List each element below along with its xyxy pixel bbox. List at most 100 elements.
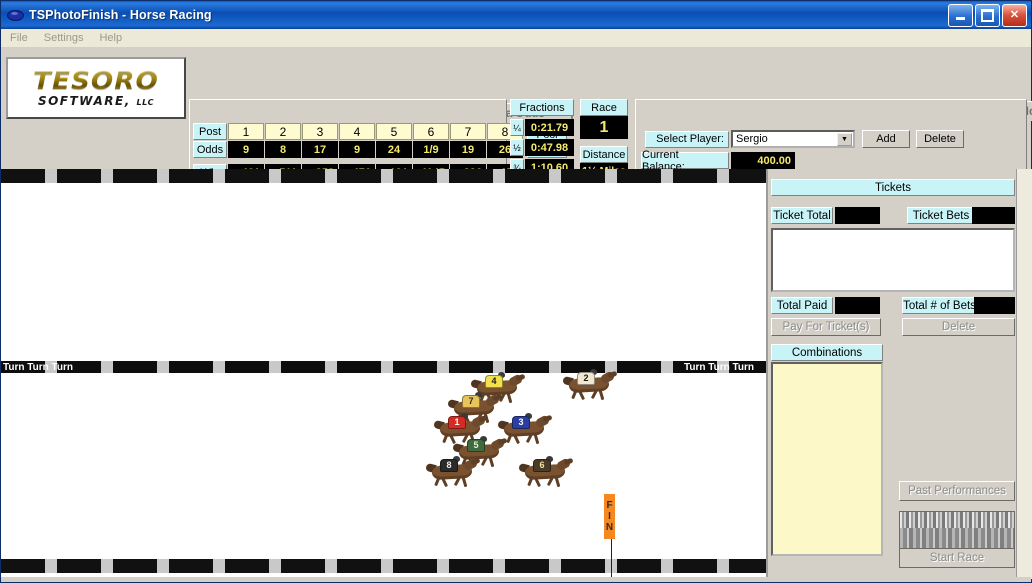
- company-logo: TESORO SOFTWARE, LLC: [6, 57, 186, 119]
- start-race-button[interactable]: Start Race: [899, 511, 1015, 568]
- window-controls: ✕: [948, 3, 1027, 27]
- post-cell: 4: [339, 123, 375, 140]
- window-title: TSPhotoFinish - Horse Racing: [29, 8, 212, 22]
- delete-player-button[interactable]: Delete: [916, 130, 964, 148]
- post-cell: 7: [450, 123, 486, 140]
- fraction-value: 0:21.79: [525, 119, 574, 136]
- jockey-silk-5: 5: [467, 439, 485, 452]
- current-balance-value: 400.00: [731, 152, 795, 169]
- jockey-silk-1: 1: [448, 416, 466, 429]
- odds-cell: 9: [339, 141, 375, 158]
- jockey-silk-4: 4: [485, 375, 503, 388]
- vertical-scrollbar[interactable]: [1016, 169, 1032, 579]
- odds-cell: 1/9: [413, 141, 449, 158]
- odds-row-label-post: Post: [193, 123, 227, 140]
- title-bar: TSPhotoFinish - Horse Racing ✕: [1, 1, 1031, 29]
- select-player-value: Sergio: [736, 133, 768, 145]
- turn-text-right: Turn Turn Turn: [684, 362, 754, 373]
- menu-bar: File Settings Help: [1, 29, 1031, 48]
- delete-ticket-button[interactable]: Delete: [902, 318, 1015, 336]
- status-bar: [1, 577, 1031, 582]
- current-balance-label: Current Balance:: [641, 149, 729, 173]
- odds-cell: 24: [376, 141, 412, 158]
- application-window: TSPhotoFinish - Horse Racing ✕ File Sett…: [0, 0, 1032, 583]
- odds-row-label-odds: Odds: [193, 141, 227, 158]
- post-cell: 6: [413, 123, 449, 140]
- tickets-panel: Tickets Ticket Total Ticket Bets Total P…: [768, 171, 1016, 579]
- current-balance-row: Current Balance: 400.00: [641, 149, 795, 173]
- post-cell: 2: [265, 123, 301, 140]
- logo-llc-word: LLC: [136, 98, 155, 107]
- jockey-silk-3: 3: [512, 416, 530, 429]
- race-label: Race: [580, 99, 628, 116]
- ticket-bets-value: [972, 207, 1015, 224]
- finish-pole-letter-f: F: [606, 500, 613, 511]
- crowd-image-bottom: [900, 528, 1014, 550]
- odds-cell: 8: [265, 141, 301, 158]
- logo-tesoro-text: TESORO: [33, 66, 159, 95]
- fraction-row: ½ 0:47.98: [510, 139, 574, 156]
- odds-cell: 17: [302, 141, 338, 158]
- finish-pole-letter-n: N: [605, 522, 614, 533]
- past-performances-button[interactable]: Past Performances: [899, 481, 1015, 501]
- fraction-value: 0:47.98: [525, 139, 574, 156]
- total-bets-label: Total # of Bets: [902, 297, 977, 314]
- jockey-silk-2: 2: [577, 372, 595, 385]
- top-panel: TESORO SOFTWARE, LLC Win Odds Quiniela O…: [1, 47, 1032, 217]
- ticket-total-value: [835, 207, 880, 224]
- post-cell: 1: [228, 123, 264, 140]
- odds-row-odds: Odds 9 8 17 9 24 1/9 19 26: [193, 141, 523, 158]
- menu-item-help[interactable]: Help: [92, 31, 129, 45]
- odds-cell: 9: [228, 141, 264, 158]
- track-rail-top: [1, 169, 766, 183]
- fraction-row: ¼ 0:21.79: [510, 119, 574, 136]
- post-cell: 3: [302, 123, 338, 140]
- logo-software-word: SOFTWARE,: [37, 94, 131, 108]
- tickets-header: Tickets: [771, 179, 1015, 196]
- finish-line: [611, 539, 612, 579]
- pay-for-tickets-button[interactable]: Pay For Ticket(s): [771, 318, 881, 336]
- odds-cell: 19: [450, 141, 486, 158]
- horse-8: 8: [425, 456, 481, 488]
- chevron-down-icon[interactable]: ▼: [837, 133, 852, 146]
- finish-pole-letter-i: I: [608, 511, 611, 522]
- fraction-label: ½: [510, 139, 524, 156]
- combinations-label: Combinations: [771, 344, 883, 361]
- add-player-button[interactable]: Add: [862, 130, 910, 148]
- select-player-combo[interactable]: Sergio ▼: [731, 130, 855, 148]
- close-button[interactable]: ✕: [1002, 3, 1027, 27]
- horse-6: 6: [518, 456, 574, 488]
- select-player-label: Select Player:: [645, 130, 729, 148]
- maximize-button[interactable]: [975, 3, 1000, 27]
- finish-pole: F I N: [604, 494, 615, 539]
- jockey-silk-7: 7: [462, 395, 480, 408]
- combinations-list[interactable]: [771, 362, 883, 556]
- race-number: 1: [580, 116, 628, 139]
- distance-label: Distance: [580, 146, 628, 163]
- menu-item-settings[interactable]: Settings: [37, 31, 91, 45]
- total-paid-label: Total Paid: [771, 297, 833, 314]
- fraction-label: ¼: [510, 119, 524, 136]
- total-paid-value: [835, 297, 880, 314]
- turn-text-left: Turn Turn Turn: [3, 362, 73, 373]
- minimize-button[interactable]: [948, 3, 973, 27]
- odds-row-post: Post 1 2 3 4 5 6 7 8: [193, 123, 523, 140]
- logo-software-text: SOFTWARE, LLC: [38, 94, 154, 108]
- crowd-image-top: [900, 512, 1014, 528]
- race-track: Turn Turn Turn Turn Turn Turn F I N 4 2 7 1…: [1, 169, 768, 579]
- app-disc-icon: [6, 7, 24, 23]
- select-player-row: Select Player: Sergio ▼ Add Delete: [645, 130, 964, 148]
- horse-2: 2: [562, 369, 618, 401]
- ticket-total-label: Ticket Total: [771, 207, 833, 224]
- track-rail-middle: [1, 361, 766, 373]
- total-bets-value: [974, 297, 1015, 314]
- fractions-header: Fractions: [510, 99, 574, 116]
- ticket-bets-label: Ticket Bets: [907, 207, 975, 224]
- jockey-silk-6: 6: [533, 459, 551, 472]
- tickets-list[interactable]: [771, 228, 1015, 292]
- menu-item-file[interactable]: File: [3, 31, 35, 45]
- post-cell: 5: [376, 123, 412, 140]
- start-race-label: Start Race: [900, 548, 1014, 567]
- jockey-silk-8: 8: [440, 459, 458, 472]
- track-rail-bottom: [1, 559, 766, 573]
